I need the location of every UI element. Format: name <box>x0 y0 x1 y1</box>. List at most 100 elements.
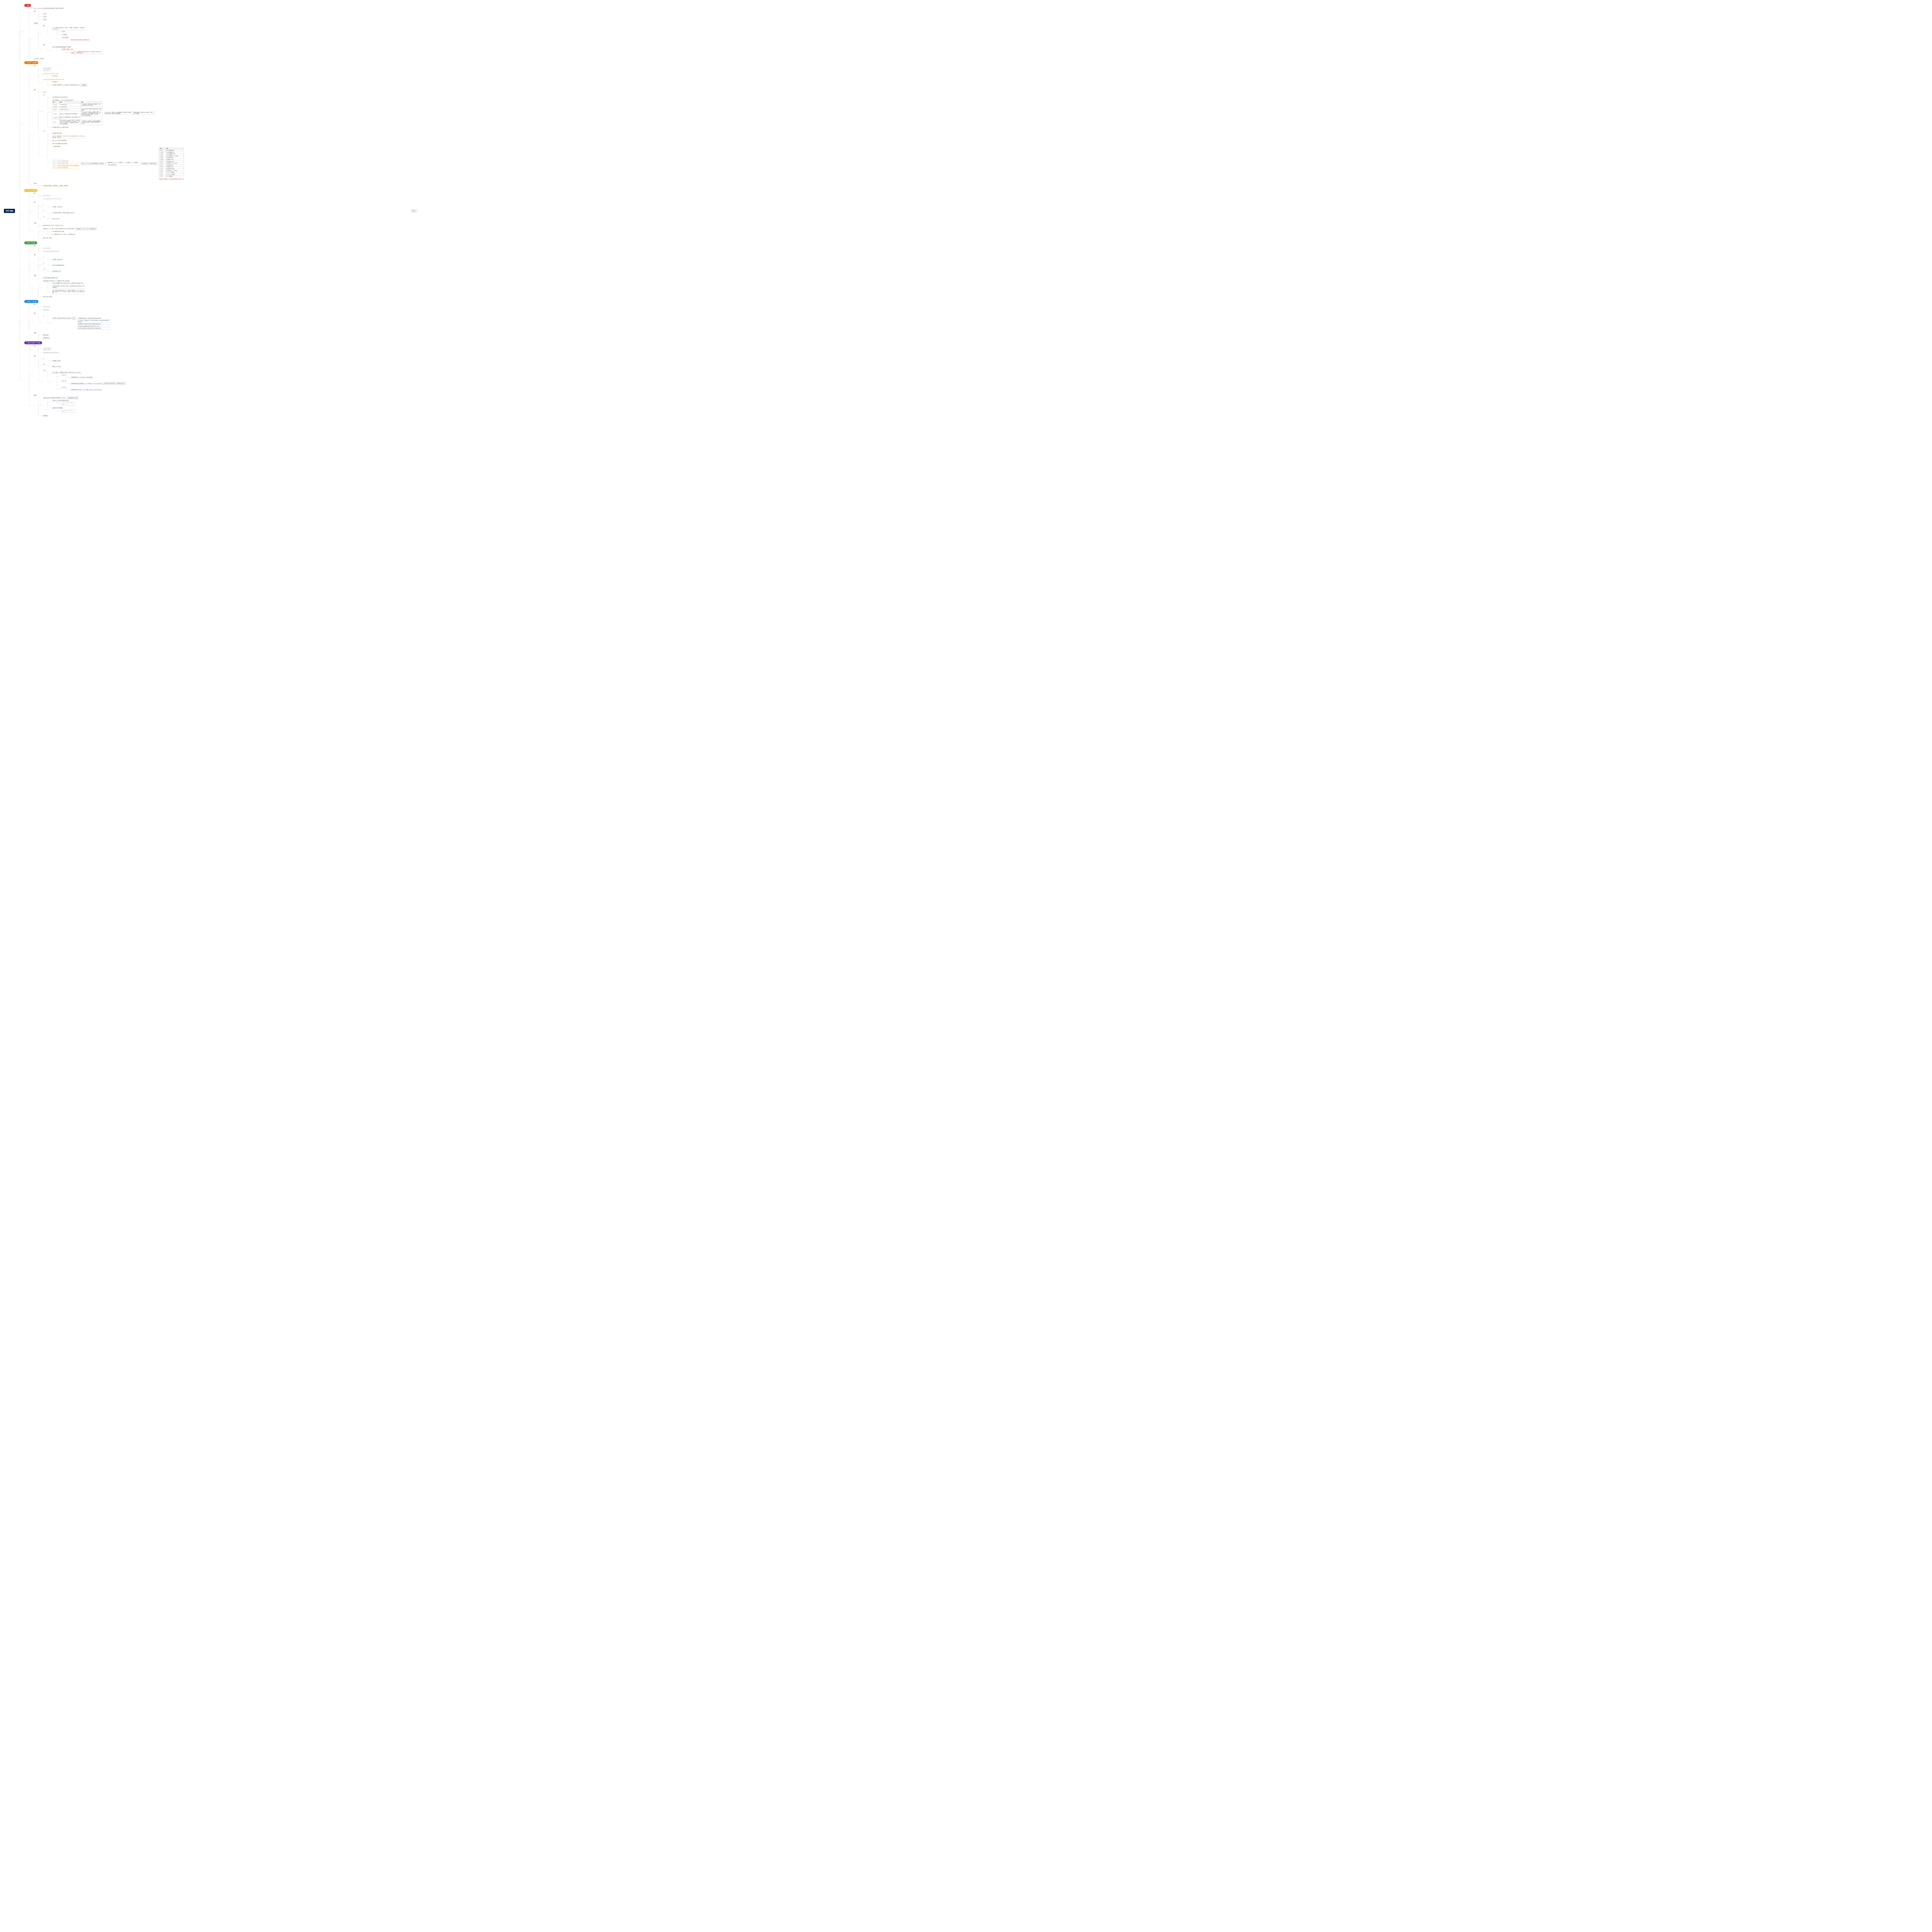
n: G---这 3 个 bit 位用于表示同组用户的权限 <box>52 163 80 165</box>
n: 标识需要打开或创建的文件，可以包含路径（绝对路径或相对路径）信息 <box>52 84 80 86</box>
n: 如果写入出错，则返回-1 <box>43 296 53 298</box>
n: 文件描述符是有限资源，不再需要时应该将其释放并归还系统。 <box>78 318 111 320</box>
td: O_CREAT <box>53 111 60 117</box>
n: 如果成功将返回写入的字节数（0 表示未写入任何字节） <box>43 224 65 226</box>
n: 即，写偏移量佳佳不可以，可以通过 lseek 系统调用进行设置 <box>52 234 76 236</box>
td: S_ISVTX <box>159 175 166 177</box>
n: 即程序中所有的文件操作通过文件描述符进行索引 <box>71 39 90 41</box>
n: 0、1、2 这三个文件描述符已经默认被系统占用了，分别分配给了系统标准输入（0）… <box>71 51 104 54</box>
n: 用于打开文件 <box>52 75 58 77</box>
n: O---这 3 个 bit 位用于表示其他用户的权限 <box>52 160 80 162</box>
n: 文件 I/O（input/output），指的是对文件的输入/输出操作，即对文件… <box>34 7 64 9</box>
right-box: 系统调用 <box>411 209 417 212</box>
mindmap-root: 文件I/O基础 1、概念 文件 I/O（input/output），指的是对文件… <box>0 0 420 422</box>
n: 显式关闭不再需要的文件往往是良好的习惯对可读性和可靠性。 <box>78 328 111 330</box>
n: 成功将返回从文件头部开始算起的位置偏移量（字节为单位） <box>43 397 66 399</box>
section-4: 4、读文件：read()函数 <box>24 242 37 245</box>
box: 按照 rwx（读、写、执行）整体来分配权限（1 权限的组合） <box>81 163 106 165</box>
flags-table: 标志用途说明O_RDONLY以只读方式打开文件这三者是互斥的，不能同时设置，只能… <box>53 102 102 125</box>
n: 成功将返回读取到实际读取到的字节数 <box>43 277 58 279</box>
n: 最高权限表示方法：0x0x0（二进制表示）、777（八进制表示）、511（十进制… <box>107 162 139 163</box>
n: 关闭文件 <box>43 19 47 21</box>
td: 以可读可写方式打开文件 <box>59 108 80 111</box>
code: ssize_t write(int fd, const void *buf, s… <box>43 198 62 200</box>
td: O_DIRECTORY <box>53 117 60 120</box>
n: 一般用八进制表示权限 <box>107 164 139 166</box>
n: pathname <box>43 91 47 93</box>
box: 提示 <box>72 317 76 320</box>
n: 当前文件位置偏移量已经到了文件末尾，此时 read 将返回等同于实际读取字节数 … <box>52 282 84 284</box>
n: 如果写入出错，则返回-1 <box>43 237 53 239</box>
n: 文件访问模式标志以及其它文件相关标志 <box>52 97 68 99</box>
n: 读写偏移量将指向文件末尾 + offset 字节位置处，同样 offset 可以… <box>71 389 102 391</box>
code: #include <unistd.h> <box>43 306 51 308</box>
n: 需写入数据对应的缓冲区，即将缓冲区内数据写入到文件中 <box>52 212 75 214</box>
n: 这种保障机制对于某些程序非常有用以依赖此功能来关闭文件。 <box>78 323 111 325</box>
n: 文件句柄 <box>61 31 65 32</box>
n: off_t off = lseek(fd, 0, SEEK_END); retu… <box>61 402 75 405</box>
td: 如 O_RDONLY 标志，就表示以只读方式打开文件，不能设置写操作 <box>81 108 102 111</box>
td: 如果 pathname 参数指向的文件不存在则创建此文件 <box>59 111 80 117</box>
n: off_t off = lseek(fd, 0, SEEK_CUR); retu… <box>61 409 75 412</box>
td: 使用 O_CREAT 时，必须在 open 函数第三个参数 mode_t mod… <box>81 111 102 117</box>
n: 偏移量，以字节为单位 <box>52 366 61 368</box>
td: O_RDONLY <box>53 104 60 107</box>
td: 如果 pathname 参数指向的不是一个目录，则调用 open 失败 <box>59 117 80 120</box>
n: 当请求读取的数据大于文件剩余的字节数时，只会读取到实际的文件剩余字节数，而不会返… <box>52 286 85 289</box>
td: 可以用于测试一个文件是否存在，如果不存在则创建此文件，如果存在则返回错误，这使得… <box>81 120 102 125</box>
n: 在Linux系统中，当进程被正常、非正常的终止或退出时，内核会自动关闭进程所打开… <box>78 320 111 323</box>
n: 指定以那种模式打开一个标志，也可以通过位或组合多个 <box>52 99 74 101</box>
n: 使用 ls 命令来查看到文件所对应的权限 <box>52 143 68 145</box>
n: 指定写入的字节数 <box>52 218 60 220</box>
td: 这三者是互斥的，不能同时设置，只能选择其中一个作为 flags 参数中必须包含这… <box>81 104 102 107</box>
code: #include <unistd.h> <box>43 247 51 249</box>
n: 读写偏移量将指向当前位置偏移量 + offset 字节位置处，offset 可以… <box>71 383 102 384</box>
code: #include <sys/types.h> #include <unistd.… <box>43 347 52 350</box>
box: 读写操作也可以越过文件的大小，即不能指向文件头部 <box>103 383 125 385</box>
code: #include <sys/types.h> #include <sys/sta… <box>43 67 52 71</box>
perm-table: 宏定义说明S_IRUSR允许文件所属者读文件S_IWUSR允许文件所属者写文件S… <box>159 148 184 177</box>
section-5: 5、关闭文件：close()函数 <box>24 300 39 303</box>
td: 以只读方式打开文件 <box>59 104 80 107</box>
n: 指定需要读取的字节数 <box>52 270 61 272</box>
n: 如果成功返回 0 <box>43 334 49 336</box>
n: 3个2 进制等整型组成 <box>52 146 61 148</box>
td: O_EXCL <box>53 120 60 125</box>
n: 但在内核自动关闭前依赖此功能来关闭文件不是个好手段。 <box>78 325 111 327</box>
section-6: 6、调整读写位置偏移：lseek()函数 <box>24 341 42 344</box>
n: 文件描述符，指定目标文件 <box>52 206 63 208</box>
n: U---这 3 个 bit 位用于表示文件所属用户的权限，即文件或目录的所属者 <box>52 165 80 167</box>
nofollow-table: O_NOFOLLOW如果 pathname 参数指向的是一个符号链接，将不对其进… <box>104 112 154 115</box>
td: 不加此标志的情况下，如果 pathname 参数是一个符号链接，会对其解引用 <box>133 112 154 115</box>
n: 不用的操作系统的 flags 标志操作性差很多 <box>52 126 69 128</box>
n: 一个非负整数 <box>61 34 67 36</box>
n: Linux 系统下，一切皆文件 <box>34 58 44 60</box>
section-1: 1、概念 <box>24 4 31 7</box>
td: 此标志一般结合 O_CREAT 标志一起使用，用于专门创建文件。在 flags … <box>59 120 80 125</box>
th: O_NOFOLLOW <box>104 112 111 115</box>
n: 错误将返回-1 <box>43 415 49 417</box>
box: 可变参函数 <box>80 84 87 86</box>
n: 指定用于存储读取数据的缓冲区 <box>52 265 65 267</box>
n: 文件描述符，指定文件 <box>52 360 61 362</box>
n: 成功将返回文件描述符，文件描述符是一个非负整数；失败将返回-1 <box>43 185 69 187</box>
n: 读写偏移量将指向 offset 字节位置处（从文件头部开始算） <box>71 376 94 378</box>
section-2: 2、打开文件：open()函数 <box>24 61 38 64</box>
n: 如果此数字小于 count 参数，这不是错误，譬如磁盘空间已满，可能会发生这种情… <box>43 228 75 230</box>
n: S---这 3 个 bit 位用于表示文件的特殊权限 <box>52 167 80 169</box>
section-3: 3、写文件：write()函数 <box>24 189 37 192</box>
td: sticky（特殊权限） <box>166 175 184 177</box>
n: 在 open函数执行成功的情况下，会返回一个非负整数，该返回值就是一个文件描述符… <box>52 27 85 30</box>
code: #include <unistd.h> <box>43 195 51 197</box>
root-node: 文件I/O基础 <box>4 209 15 213</box>
n: 举例：如果在文件末尾之前仅有 30 个字节数据，而要求读取 100 个字节，则 … <box>52 290 85 294</box>
n: 默认从偏移量0的位置写入数据 <box>52 231 64 233</box>
n: 打开文件 <box>43 13 47 15</box>
box: 可以直接使用 Linux 中已经定义好的宏 <box>141 163 157 165</box>
n: 指定新建文件的访问权限 <box>52 133 62 134</box>
sugo: O O O O S U G O <box>52 159 80 160</box>
td: O_RDWR <box>53 108 60 111</box>
code: ssize_t read(int fd, void *buf, size_t c… <box>43 250 60 252</box>
td <box>81 117 102 120</box>
n: 这些宏既可以单独使用，也可以通过位或运算将多个宏组合在一起 <box>159 178 184 180</box>
